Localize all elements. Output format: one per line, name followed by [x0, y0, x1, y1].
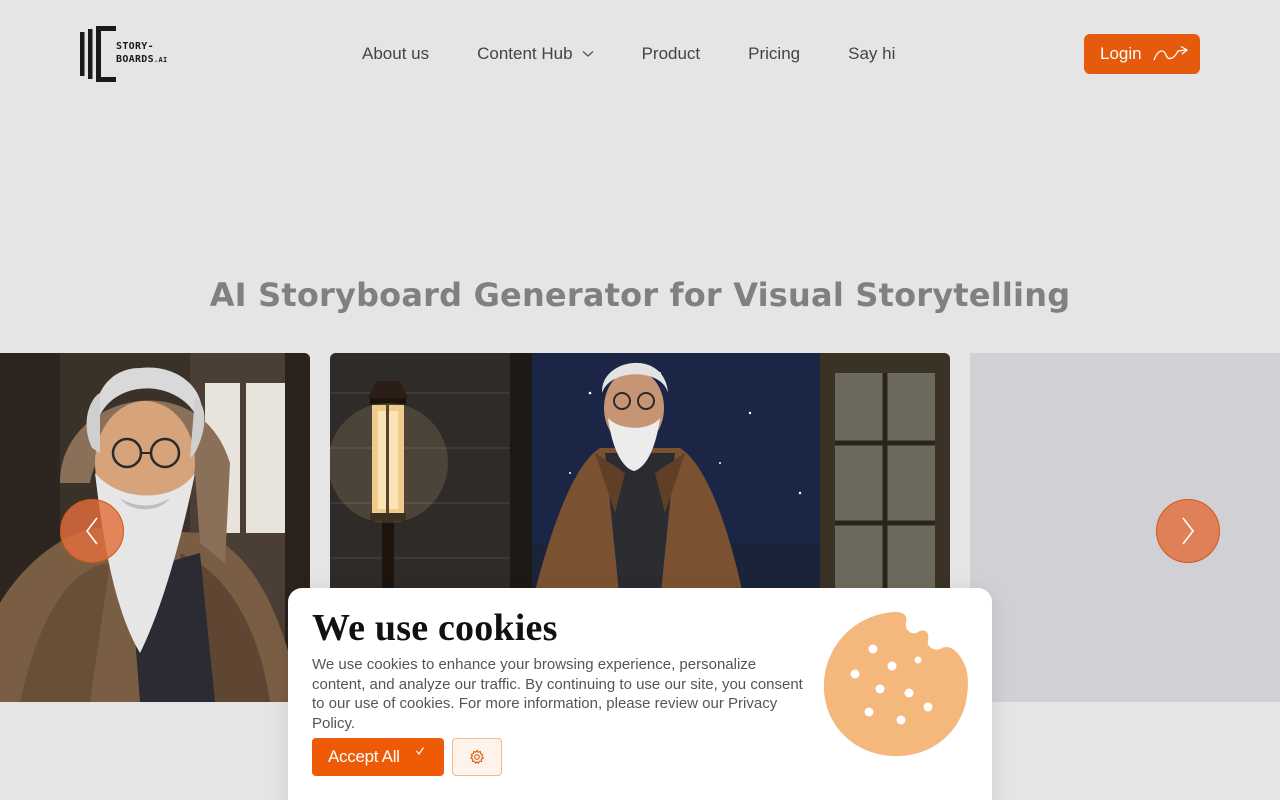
cookie-description: We use cookies to enhance your browsing …	[312, 656, 803, 732]
carousel-slide-right[interactable]	[970, 353, 1280, 702]
nav-product-label: Product	[641, 44, 701, 63]
hero-title: AI Storyboard Generator for Visual Story…	[209, 276, 1071, 314]
cookie-icon	[823, 612, 968, 757]
accept-all-label: Accept All	[328, 747, 400, 766]
nav-say-hi-label: Say hi	[848, 44, 896, 63]
carousel-slide-left[interactable]	[0, 353, 310, 702]
logo-icon	[80, 26, 116, 82]
curved-arrow-icon	[1152, 45, 1188, 61]
logo[interactable]: STORY- BOARDS.AI	[80, 26, 174, 82]
login-label: Login	[1100, 44, 1142, 63]
logo-wordmark: STORY- BOARDS.AI	[116, 40, 167, 67]
logo-line-1: STORY-	[116, 41, 154, 52]
nav-pricing[interactable]: Pricing	[748, 44, 800, 64]
chevron-right-icon	[1182, 517, 1195, 545]
check-icon	[416, 747, 424, 755]
chevron-left-icon	[85, 517, 98, 545]
slide-image-old-man-portrait	[0, 353, 310, 702]
logo-line-2: BOARDS	[116, 54, 154, 65]
cookie-settings-button[interactable]	[452, 738, 502, 776]
nav-content-hub[interactable]: Content Hub	[477, 44, 593, 64]
nav-say-hi[interactable]: Say hi	[848, 44, 895, 64]
site-header: STORY- BOARDS.AI About us Content Hub Pr…	[0, 0, 1280, 108]
carousel-next-button[interactable]	[1156, 499, 1220, 563]
gear-icon	[469, 749, 485, 765]
nav-product[interactable]: Product	[642, 44, 701, 64]
nav-about-us-label: About us	[362, 44, 430, 63]
login-button[interactable]: Login	[1084, 34, 1200, 74]
logo-suffix: .AI	[153, 56, 168, 64]
nav-content-hub-label: Content Hub	[477, 44, 573, 63]
carousel-prev-button[interactable]	[60, 499, 124, 563]
chevron-down-icon	[582, 51, 593, 57]
main-nav: About us Content Hub Product Pricing Say…	[338, 42, 919, 66]
accept-all-button[interactable]: Accept All	[312, 738, 444, 776]
nav-pricing-label: Pricing	[748, 44, 801, 63]
cookie-banner: We use cookies We use cookies to enhance…	[288, 588, 992, 800]
cookie-title: We use cookies	[312, 607, 558, 649]
nav-about-us[interactable]: About us	[362, 44, 429, 64]
